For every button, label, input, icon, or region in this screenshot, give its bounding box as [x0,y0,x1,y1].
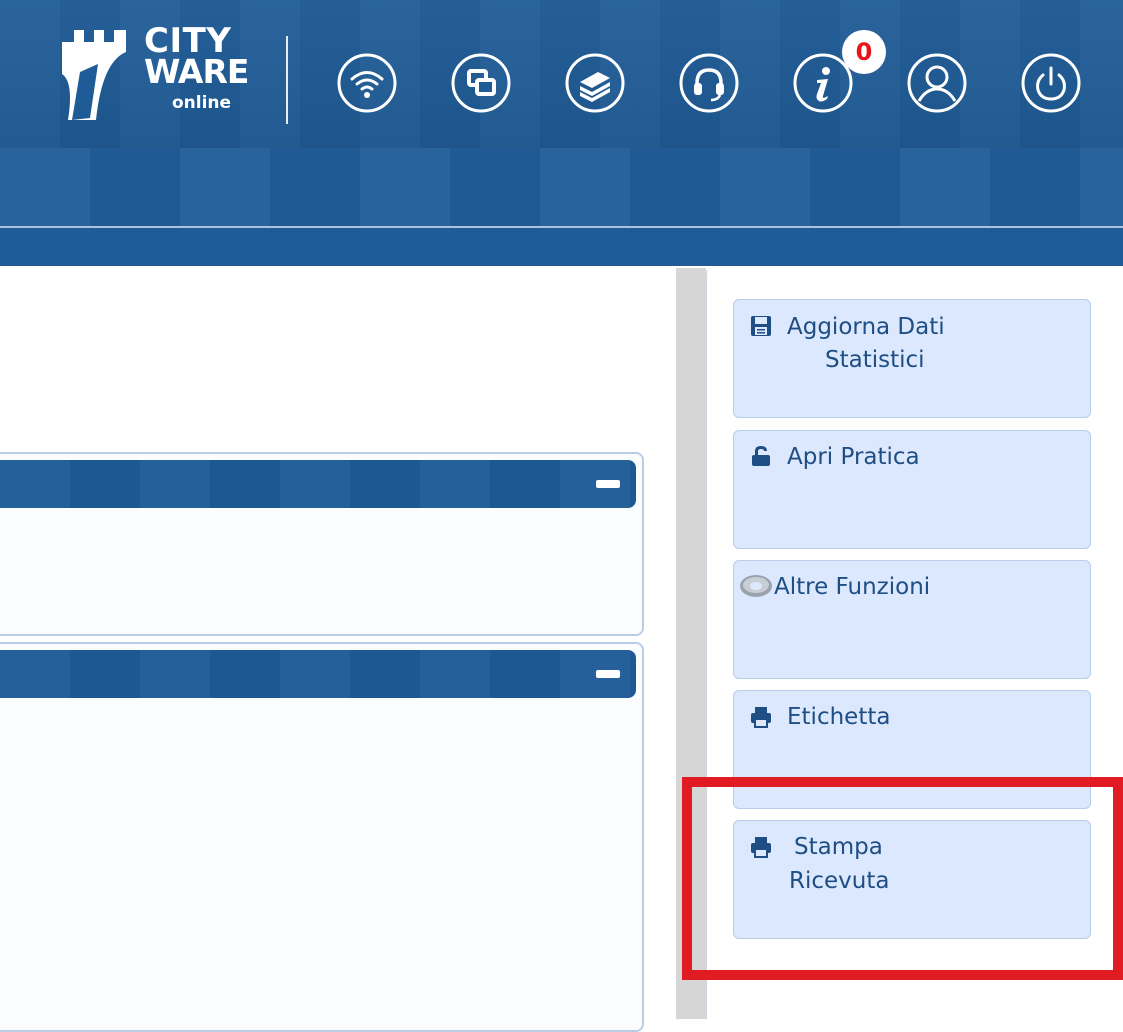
panel-2-header [0,650,636,698]
panel-1 [0,452,644,636]
print-icon [751,707,771,728]
button-label: Apri Pratica [787,444,920,470]
logo-line-online: online [172,93,232,113]
aggiorna-dati-statistici-button[interactable]: Aggiorna Dati Statistici [733,299,1091,418]
nav-bar [0,228,1123,266]
books-icon[interactable] [564,52,626,114]
apri-pratica-button[interactable]: Apri Pratica [733,430,1091,549]
user-icon[interactable] [906,52,968,114]
panel-1-header [0,460,636,508]
highlight-box [682,777,1123,980]
header-separator [286,36,288,124]
top-header-bar: CITY WARE online 0 [0,0,1123,150]
button-label-line2: Statistici [825,347,925,373]
button-label-line1: Aggiorna Dati [787,314,945,340]
unlock-icon [752,446,770,466]
button-label: Altre Funzioni [774,574,931,600]
wifi-icon[interactable] [336,52,398,114]
sub-header-bar [0,148,1123,226]
main-content [0,268,676,1032]
tower-logo-icon [62,30,126,120]
logo-line-ware: WARE [144,52,249,91]
cityware-logo[interactable]: CITY WARE online [52,22,262,132]
button-label: Etichetta [787,704,891,730]
panel-2 [0,642,644,1032]
headset-icon[interactable] [678,52,740,114]
notification-badge: 0 [842,30,886,74]
collapse-icon[interactable] [596,670,620,678]
gear-icon [740,575,772,597]
windows-icon[interactable] [450,52,512,114]
save-icon [751,316,771,336]
power-icon[interactable] [1020,52,1082,114]
collapse-icon[interactable] [596,480,620,488]
altre-funzioni-button[interactable]: Altre Funzioni [733,560,1091,679]
